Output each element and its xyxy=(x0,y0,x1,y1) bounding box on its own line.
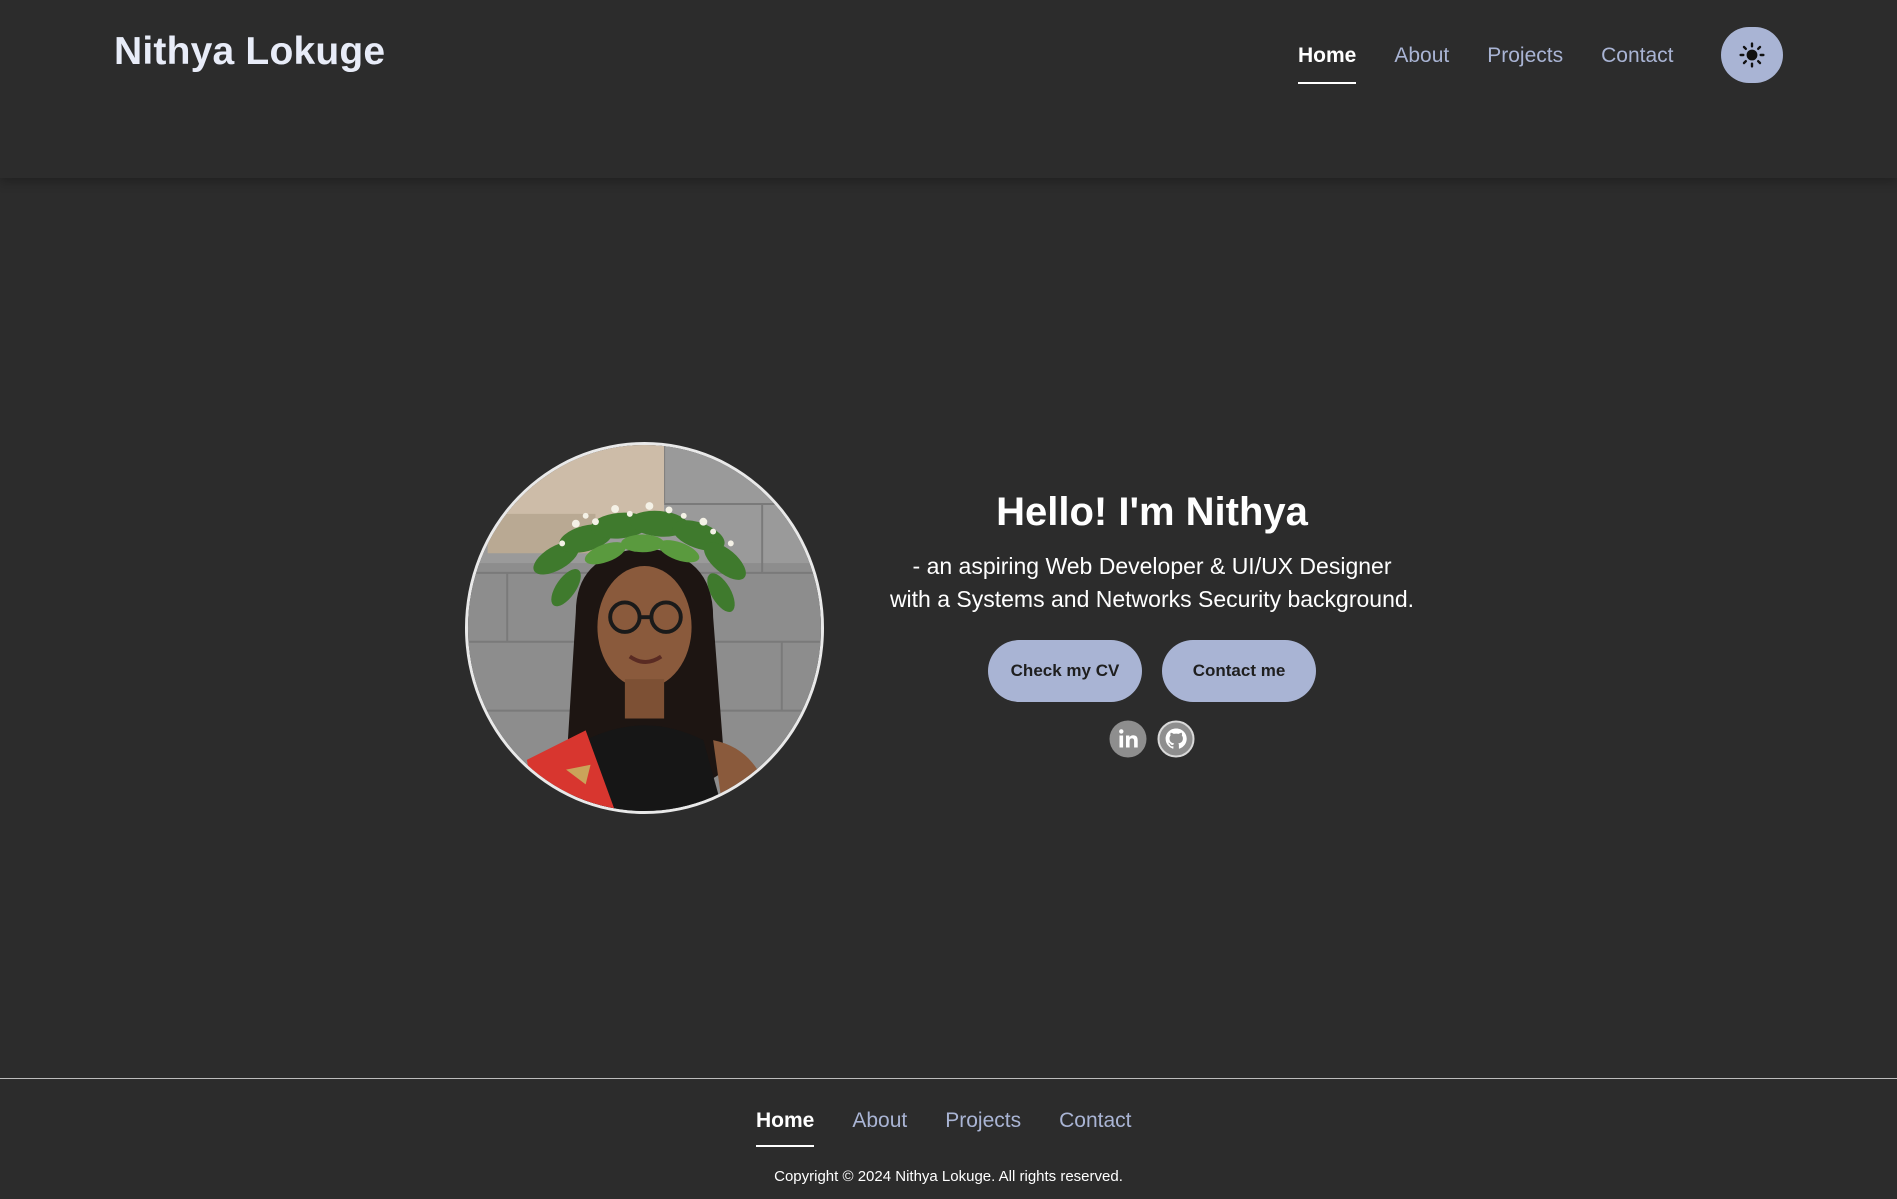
hero-section: Hello! I'm Nithya - an aspiring Web Deve… xyxy=(0,178,1897,1078)
linkedin-icon xyxy=(1109,720,1147,758)
check-cv-button[interactable]: Check my CV xyxy=(988,640,1142,702)
nav-link-home[interactable]: Home xyxy=(1298,44,1357,84)
nav-link-about[interactable]: About xyxy=(1394,44,1449,82)
footer-link-about[interactable]: About xyxy=(852,1109,907,1147)
hero-intro: Hello! I'm Nithya - an aspiring Web Deve… xyxy=(852,488,1452,758)
brand-name[interactable]: Nithya Lokuge xyxy=(114,30,385,74)
hero-subtitle-line-1: - an aspiring Web Developer & UI/UX Desi… xyxy=(912,553,1392,579)
linkedin-link[interactable] xyxy=(1109,720,1147,758)
site-footer: Home About Projects Contact Copyright © … xyxy=(0,1078,1897,1199)
footer-link-projects[interactable]: Projects xyxy=(945,1109,1021,1147)
theme-toggle-button[interactable] xyxy=(1721,27,1783,83)
sun-icon xyxy=(1739,42,1765,68)
site-header: Nithya Lokuge Home About Projects Contac… xyxy=(0,0,1897,178)
hero-actions: Check my CV Contact me xyxy=(852,640,1452,702)
github-icon xyxy=(1157,720,1195,758)
nav-link-contact[interactable]: Contact xyxy=(1601,44,1673,82)
footer-link-home[interactable]: Home xyxy=(756,1109,815,1147)
contact-me-button[interactable]: Contact me xyxy=(1162,640,1316,702)
copyright-text: Copyright © 2024 Nithya Lokuge. All righ… xyxy=(774,1168,1123,1185)
profile-photo-illustration xyxy=(468,445,821,811)
hero-subtitle-line-2: with a Systems and Networks Security bac… xyxy=(889,586,1415,612)
footer-nav: Home About Projects Contact xyxy=(756,1109,1131,1147)
hero-title: Hello! I'm Nithya xyxy=(996,490,1308,534)
hero-subtitle: - an aspiring Web Developer & UI/UX Desi… xyxy=(852,550,1452,616)
footer-link-contact[interactable]: Contact xyxy=(1059,1109,1131,1147)
nav-link-projects[interactable]: Projects xyxy=(1487,44,1563,82)
profile-photo xyxy=(465,442,824,814)
social-links xyxy=(852,720,1452,758)
github-link[interactable] xyxy=(1157,720,1195,758)
top-nav: Home About Projects Contact xyxy=(1298,44,1673,84)
